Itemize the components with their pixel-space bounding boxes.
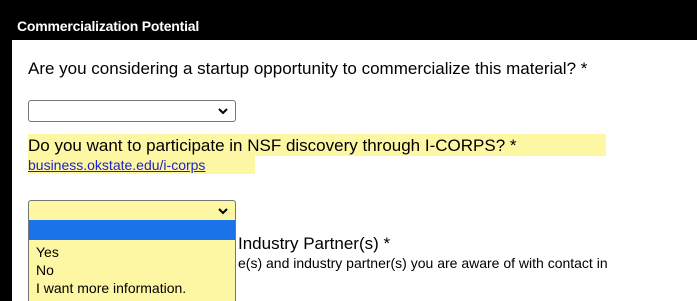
chevron-down-icon [218, 108, 228, 115]
form-panel: Commercialization Potential Are you cons… [12, 12, 697, 301]
section-header: Commercialization Potential [12, 12, 697, 40]
option-more-info[interactable]: I want more information. [29, 279, 235, 297]
startup-select[interactable] [28, 100, 236, 122]
option-blank[interactable] [29, 220, 235, 240]
icorps-options-list: Yes No I want more information. [28, 220, 236, 301]
icorps-question-label: Do you want to participate in NSF discov… [28, 136, 517, 155]
option-no[interactable]: No [29, 261, 235, 279]
industry-partner-label: Industry Partner(s) * [238, 234, 391, 253]
industry-partner-description: e(s) and industry partner(s) you are awa… [238, 255, 608, 271]
chevron-down-icon [218, 208, 228, 215]
icorps-select[interactable] [28, 200, 236, 222]
icorps-link[interactable]: business.okstate.edu/i-corps [28, 157, 205, 173]
startup-question-label: Are you considering a startup opportunit… [28, 59, 588, 78]
option-yes[interactable]: Yes [29, 243, 235, 261]
